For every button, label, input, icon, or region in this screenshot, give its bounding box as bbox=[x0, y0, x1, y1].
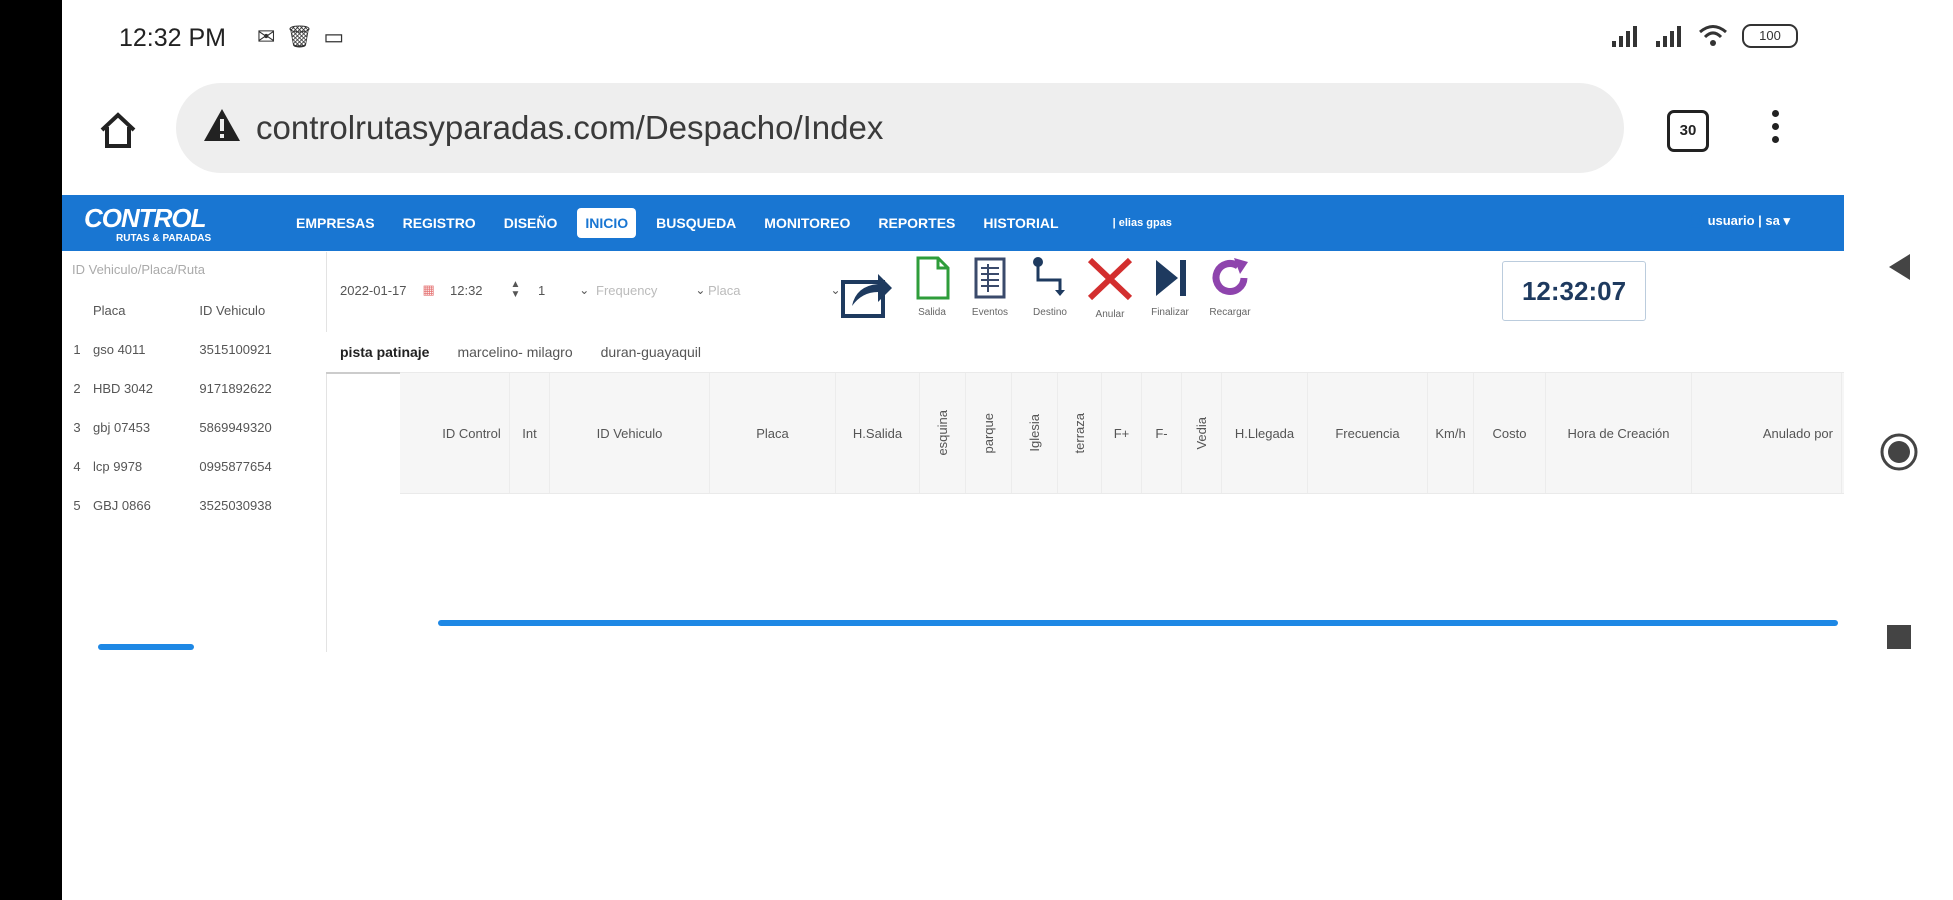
route-tabs: pista patinaje marcelino- milagro duran-… bbox=[326, 332, 1844, 374]
wifi-icon bbox=[1699, 25, 1727, 46]
list-icon bbox=[974, 257, 1006, 299]
back-icon[interactable] bbox=[1844, 252, 1953, 282]
menu-inicio[interactable]: INICIO bbox=[577, 208, 637, 238]
new-document-icon bbox=[916, 256, 950, 300]
menu-reportes[interactable]: REPORTES bbox=[864, 208, 969, 238]
placa-select[interactable]: Placa ⌄ bbox=[708, 272, 841, 308]
status-bar: 12:32 PM ✉🗑▭ 100 bbox=[62, 0, 1844, 80]
anular-button[interactable]: Anular bbox=[1082, 256, 1138, 320]
home-icon[interactable] bbox=[96, 108, 140, 152]
chevron-down-icon: ⌄ bbox=[579, 283, 590, 297]
url-bar[interactable]: controlrutasyparadas.com/Despacho/Index bbox=[176, 83, 1624, 173]
grid-scrollbar[interactable] bbox=[438, 620, 1838, 626]
chevron-down-icon: ⌄ bbox=[695, 283, 706, 297]
skip-end-icon bbox=[1156, 260, 1186, 296]
dispatch-toolbar: 2022-01-17 ▦ 12:32 ▲ ▼ 1 ⌄ Frequency ⌄ Pl… bbox=[326, 252, 1844, 332]
count-select[interactable]: 1 ⌄ bbox=[538, 272, 589, 308]
laptop-icon: ▭ bbox=[323, 24, 355, 49]
table-row[interactable]: 2 HBD 3042 9171892622 bbox=[62, 369, 326, 408]
col-hora-creacion[interactable]: Hora de Creación bbox=[1546, 373, 1692, 493]
col-f-plus[interactable]: F+ bbox=[1102, 373, 1142, 493]
live-clock: 12:32:07 bbox=[1502, 261, 1646, 321]
col-h-salida[interactable]: H.Salida bbox=[836, 373, 920, 493]
col-frecuencia[interactable]: Frecuencia bbox=[1308, 373, 1428, 493]
trash-icon: 🗑 bbox=[285, 24, 324, 49]
main-menu: EMPRESAS REGISTRO DISEÑO INICIO BUSQUEDA… bbox=[282, 195, 1172, 251]
user-label: usuario | sa bbox=[1707, 213, 1780, 228]
menu-diseno[interactable]: DISEÑO bbox=[490, 208, 572, 238]
vehicle-filter-input[interactable]: ID Vehiculo/Placa/Ruta bbox=[72, 262, 205, 277]
col-costo[interactable]: Costo bbox=[1474, 373, 1546, 493]
col-int[interactable]: Int bbox=[510, 373, 550, 493]
signal-icon bbox=[1612, 26, 1637, 47]
table-row[interactable]: 1 gso 4011 3515100921 bbox=[62, 330, 326, 369]
col-parque[interactable]: parque bbox=[966, 373, 1012, 493]
col-placa[interactable]: Placa bbox=[92, 290, 198, 330]
recargar-button[interactable]: Recargar bbox=[1202, 256, 1258, 318]
app-logo[interactable]: CONTROL RUTAS & PARADAS bbox=[76, 199, 276, 247]
menu-monitoreo[interactable]: MONITOREO bbox=[750, 208, 864, 238]
col-id-vehiculo[interactable]: ID Vehiculo bbox=[550, 373, 710, 493]
col-f-minus[interactable]: F- bbox=[1142, 373, 1182, 493]
vehicle-scrollbar[interactable] bbox=[98, 644, 194, 650]
android-nav-bar bbox=[1844, 0, 1953, 900]
col-anulado-por[interactable]: Anulado por bbox=[1692, 373, 1842, 493]
close-icon bbox=[1087, 257, 1133, 301]
caret-down-icon: ▾ bbox=[1783, 213, 1790, 228]
calendar-icon[interactable]: ▦ bbox=[423, 282, 435, 298]
phone-screen: 12:32 PM ✉🗑▭ 100 controlrutasyparadas.co… bbox=[62, 0, 1844, 900]
col-terraza[interactable]: terraza bbox=[1058, 373, 1102, 493]
dispatch-share-icon[interactable] bbox=[840, 268, 894, 320]
date-field[interactable]: 2022-01-17 ▦ bbox=[340, 272, 435, 308]
vehicle-table: Placa ID Vehiculo 1 gso 4011 3515100921 … bbox=[62, 290, 326, 525]
col-vedia[interactable]: Vedia bbox=[1182, 373, 1222, 493]
dispatch-grid-header: ID Control Int ID Vehiculo Placa H.Salid… bbox=[400, 372, 1844, 494]
menu-company-label: | elias gpas bbox=[1112, 217, 1172, 229]
tab-pista-patinaje[interactable]: pista patinaje bbox=[326, 332, 444, 374]
app-navbar: CONTROL RUTAS & PARADAS EMPRESAS REGISTR… bbox=[62, 195, 1844, 251]
signal-icon-2 bbox=[1656, 26, 1681, 47]
menu-empresas[interactable]: EMPRESAS bbox=[282, 208, 389, 238]
tab-marcelino-milagro[interactable]: marcelino- milagro bbox=[443, 332, 586, 372]
status-time: 12:32 PM bbox=[119, 24, 227, 52]
spinner-icon[interactable]: ▲ ▼ bbox=[511, 280, 521, 300]
mail-icon: ✉ bbox=[257, 24, 286, 49]
table-row[interactable]: 3 gbj 07453 5869949320 bbox=[62, 408, 326, 447]
frequency-select[interactable]: Frequency ⌄ bbox=[596, 272, 705, 308]
table-row[interactable]: 4 lcp 9978 0995877654 bbox=[62, 447, 326, 486]
col-id-vehiculo[interactable]: ID Vehiculo bbox=[198, 290, 326, 330]
warning-icon[interactable] bbox=[202, 107, 242, 143]
eventos-button[interactable]: Eventos bbox=[962, 256, 1018, 318]
more-menu-icon[interactable] bbox=[1772, 110, 1780, 149]
tab-switcher-button[interactable]: 30 bbox=[1667, 110, 1709, 152]
col-kmh[interactable]: Km/h bbox=[1428, 373, 1474, 493]
browser-toolbar: controlrutasyparadas.com/Despacho/Index … bbox=[62, 80, 1844, 180]
menu-registro[interactable]: REGISTRO bbox=[389, 208, 490, 238]
col-placa[interactable]: Placa bbox=[710, 373, 836, 493]
time-field[interactable]: 12:32 ▲ ▼ bbox=[450, 272, 520, 308]
tab-duran-guayaquil[interactable]: duran-guayaquil bbox=[587, 332, 715, 372]
recents-icon[interactable] bbox=[1844, 624, 1953, 650]
col-esquina[interactable]: esquina bbox=[920, 373, 966, 493]
table-row[interactable]: 5 GBJ 0866 3525030938 bbox=[62, 486, 326, 525]
reload-icon bbox=[1212, 258, 1248, 295]
status-right: 100 bbox=[1610, 24, 1798, 48]
user-menu[interactable]: 👤 usuario | sa ▾ bbox=[1688, 213, 1790, 229]
finalizar-button[interactable]: Finalizar bbox=[1142, 256, 1198, 318]
col-iglesia[interactable]: Iglesia bbox=[1012, 373, 1058, 493]
user-icon: 👤 bbox=[1687, 213, 1704, 228]
battery-icon: 100 bbox=[1742, 24, 1798, 48]
route-icon bbox=[1033, 257, 1065, 296]
col-id-control[interactable]: ID Control bbox=[434, 373, 510, 493]
home-circle-icon[interactable] bbox=[1844, 432, 1953, 472]
salida-button[interactable]: Salida bbox=[904, 256, 960, 318]
destino-button[interactable]: Destino bbox=[1022, 256, 1078, 318]
menu-busqueda[interactable]: BUSQUEDA bbox=[642, 208, 750, 238]
vehicle-panel: ID Vehiculo/Placa/Ruta Placa ID Vehiculo… bbox=[62, 252, 327, 652]
url-text[interactable]: controlrutasyparadas.com/Despacho/Index bbox=[256, 109, 883, 147]
col-h-llegada[interactable]: H.Llegada bbox=[1222, 373, 1308, 493]
menu-historial[interactable]: HISTORIAL bbox=[969, 208, 1072, 238]
notification-icons: ✉🗑▭ bbox=[257, 24, 354, 50]
